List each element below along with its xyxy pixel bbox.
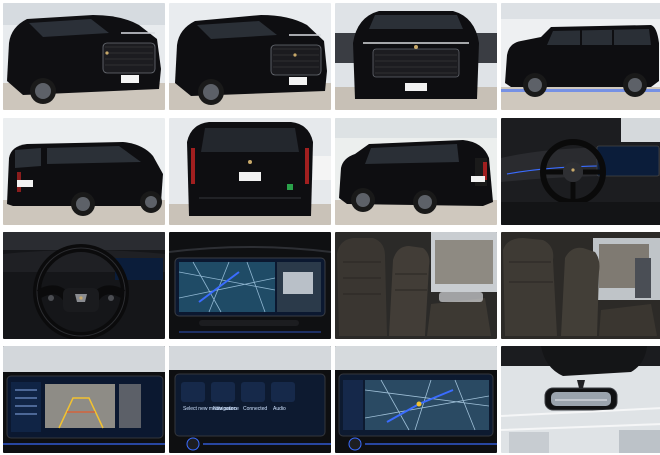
- gallery-photo-15[interactable]: [335, 346, 497, 453]
- gallery-photo-2[interactable]: [169, 3, 331, 110]
- menu-label-audio: Audio: [273, 406, 286, 412]
- gallery-photo-7[interactable]: [335, 118, 497, 225]
- menu-label-navigation: Navigation: [213, 406, 237, 412]
- infotainment-menu-icon: Select new media source Navigation Conne…: [169, 346, 331, 453]
- dashboard-icon: [501, 118, 660, 225]
- side-profile-icon: [501, 3, 660, 110]
- rear-three-quarter-view-icon: [3, 118, 165, 225]
- photo-gallery: Select new media source Navigation Conne…: [0, 0, 660, 455]
- gallery-photo-5[interactable]: [3, 118, 165, 225]
- front-view-icon: [335, 3, 497, 110]
- rear-side-view-icon: [335, 118, 497, 225]
- front-seats-icon: [335, 232, 497, 339]
- gallery-photo-11[interactable]: [335, 232, 497, 339]
- navigation-display-icon: [169, 232, 331, 339]
- gallery-photo-4[interactable]: [501, 3, 660, 110]
- gallery-photo-9[interactable]: [3, 232, 165, 339]
- navigation-map-icon: [335, 346, 497, 453]
- gallery-photo-6[interactable]: [169, 118, 331, 225]
- gallery-photo-14[interactable]: Select new media source Navigation Conne…: [169, 346, 331, 453]
- gallery-photo-13[interactable]: [3, 346, 165, 453]
- backup-camera-icon: [3, 346, 165, 453]
- menu-label-connected: Connected: [243, 406, 267, 412]
- front-three-quarter-view-icon: [169, 3, 331, 110]
- rear-seats-icon: [501, 232, 660, 339]
- gallery-photo-1[interactable]: [3, 3, 165, 110]
- gallery-photo-16[interactable]: [501, 346, 660, 453]
- gallery-photo-12[interactable]: [501, 232, 660, 339]
- gallery-photo-10[interactable]: [169, 232, 331, 339]
- gallery-photo-3[interactable]: [335, 3, 497, 110]
- gallery-photo-8[interactable]: [501, 118, 660, 225]
- rear-view-icon: [169, 118, 331, 225]
- front-three-quarter-view-icon: [3, 3, 165, 110]
- steering-wheel-icon: [3, 232, 165, 339]
- rearview-mirror-icon: [501, 346, 660, 453]
